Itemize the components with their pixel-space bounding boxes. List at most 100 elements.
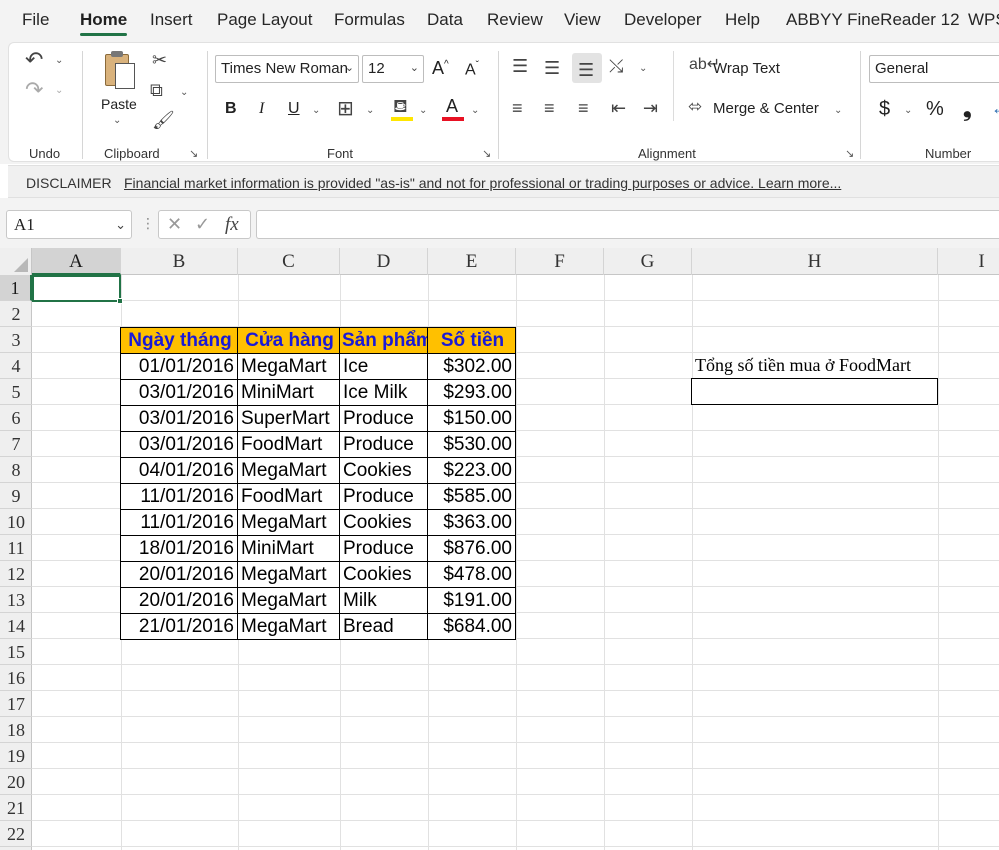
- table-cell[interactable]: Ice Milk: [339, 379, 428, 406]
- row-header-20[interactable]: 20: [0, 769, 32, 795]
- currency-dropdown-icon[interactable]: ⌄: [904, 105, 912, 116]
- fill-handle[interactable]: [117, 298, 123, 304]
- table-cell[interactable]: MegaMart: [237, 587, 340, 614]
- currency-button[interactable]: $: [879, 98, 890, 121]
- orientation-dropdown-icon[interactable]: ⌄: [639, 63, 647, 74]
- table-cell[interactable]: MegaMart: [237, 561, 340, 588]
- table-cell[interactable]: 18/01/2016: [120, 535, 238, 562]
- row-header-3[interactable]: 3: [0, 327, 32, 353]
- table-cell[interactable]: 03/01/2016: [120, 379, 238, 406]
- table-cell[interactable]: Cookies: [339, 457, 428, 484]
- font-color-icon[interactable]: A: [446, 96, 458, 117]
- table-cell[interactable]: Produce: [339, 535, 428, 562]
- paste-dropdown-icon[interactable]: ⌄: [113, 115, 121, 126]
- row-header-2[interactable]: 2: [0, 301, 32, 327]
- table-cell[interactable]: $293.00: [427, 379, 516, 406]
- table-cell[interactable]: 20/01/2016: [120, 587, 238, 614]
- format-painter-icon[interactable]: 🖌: [152, 111, 175, 129]
- column-header-b[interactable]: B: [121, 248, 238, 275]
- table-cell[interactable]: 21/01/2016: [120, 613, 238, 640]
- undo-icon[interactable]: ↶: [25, 49, 43, 71]
- table-cell[interactable]: $363.00: [427, 509, 516, 536]
- column-header-f[interactable]: F: [516, 248, 604, 275]
- increase-decimal-icon[interactable]: ←: [991, 98, 999, 119]
- merge-center-icon[interactable]: ⬄: [688, 98, 702, 115]
- align-top-icon[interactable]: ☰: [512, 57, 528, 75]
- row-header-10[interactable]: 10: [0, 509, 32, 535]
- row-header-8[interactable]: 8: [0, 457, 32, 483]
- name-box[interactable]: A1 ⌄: [6, 210, 132, 239]
- row-header-16[interactable]: 16: [0, 665, 32, 691]
- select-all-button[interactable]: [0, 248, 32, 275]
- row-header-9[interactable]: 9: [0, 483, 32, 509]
- column-header-e[interactable]: E: [428, 248, 516, 275]
- font-launcher-icon[interactable]: ↘: [482, 147, 491, 160]
- underline-dropdown-icon[interactable]: ⌄: [312, 105, 320, 116]
- align-center-icon[interactable]: ≡: [544, 99, 555, 117]
- table-cell[interactable]: $876.00: [427, 535, 516, 562]
- row-header-5[interactable]: 5: [0, 379, 32, 405]
- table-cell[interactable]: $684.00: [427, 613, 516, 640]
- more-options-icon[interactable]: ⋮: [141, 215, 155, 232]
- redo-icon[interactable]: ↷: [25, 79, 43, 101]
- tab-page-layout[interactable]: Page Layout: [217, 10, 312, 30]
- tab-review[interactable]: Review: [487, 10, 543, 30]
- table-cell[interactable]: Ice: [339, 353, 428, 380]
- table-cell[interactable]: $478.00: [427, 561, 516, 588]
- borders-dropdown-icon[interactable]: ⌄: [366, 105, 374, 116]
- summary-result-cell[interactable]: [691, 378, 938, 405]
- paste-icon[interactable]: [101, 51, 137, 91]
- font-color-dropdown-icon[interactable]: ⌄: [471, 105, 479, 116]
- undo-dropdown-icon[interactable]: ⌄: [55, 55, 63, 66]
- borders-icon[interactable]: ⊞: [337, 99, 354, 119]
- percent-button[interactable]: %: [926, 98, 944, 121]
- table-cell[interactable]: 11/01/2016: [120, 509, 238, 536]
- tab-file[interactable]: File: [22, 10, 49, 30]
- table-cell[interactable]: 20/01/2016: [120, 561, 238, 588]
- table-cell[interactable]: $150.00: [427, 405, 516, 432]
- column-header-i[interactable]: I: [938, 248, 999, 275]
- fill-color-icon[interactable]: ⛾: [393, 97, 408, 115]
- cancel-icon[interactable]: ✕: [167, 214, 182, 235]
- table-cell[interactable]: SuperMart: [237, 405, 340, 432]
- table-header-cell[interactable]: Sản phẩm: [339, 327, 428, 354]
- table-cell[interactable]: Bread: [339, 613, 428, 640]
- tab-view[interactable]: View: [564, 10, 601, 30]
- row-header-7[interactable]: 7: [0, 431, 32, 457]
- column-header-g[interactable]: G: [604, 248, 692, 275]
- insert-function-button[interactable]: fx: [225, 214, 239, 236]
- table-header-cell[interactable]: Số tiền: [427, 327, 516, 354]
- row-header-4[interactable]: 4: [0, 353, 32, 379]
- grow-font-button[interactable]: A^: [432, 58, 449, 79]
- merge-center-button[interactable]: Merge & Center: [713, 100, 819, 117]
- table-cell[interactable]: MegaMart: [237, 509, 340, 536]
- row-header-1[interactable]: 1: [0, 275, 32, 301]
- table-cell[interactable]: Cookies: [339, 561, 428, 588]
- font-size-select[interactable]: 12 ⌄: [362, 55, 424, 83]
- shrink-font-button[interactable]: Aˇ: [465, 60, 479, 79]
- table-cell[interactable]: 01/01/2016: [120, 353, 238, 380]
- table-cell[interactable]: FoodMart: [237, 483, 340, 510]
- decrease-indent-icon[interactable]: ⇤: [611, 99, 626, 117]
- table-cell[interactable]: $223.00: [427, 457, 516, 484]
- table-header-cell[interactable]: Cửa hàng: [237, 327, 340, 354]
- redo-dropdown-icon[interactable]: ⌄: [55, 85, 63, 96]
- align-bottom-icon[interactable]: ☰: [578, 61, 594, 79]
- disclaimer-link[interactable]: Financial market information is provided…: [124, 175, 841, 191]
- column-header-h[interactable]: H: [692, 248, 938, 275]
- underline-button[interactable]: U: [288, 100, 300, 118]
- orientation-icon[interactable]: ⤯: [609, 57, 623, 75]
- row-header-12[interactable]: 12: [0, 561, 32, 587]
- table-cell[interactable]: MegaMart: [237, 613, 340, 640]
- enter-icon[interactable]: ✓: [195, 214, 210, 235]
- table-cell[interactable]: MegaMart: [237, 353, 340, 380]
- table-cell[interactable]: MiniMart: [237, 535, 340, 562]
- merge-dropdown-icon[interactable]: ⌄: [834, 105, 842, 116]
- align-middle-icon[interactable]: ☰: [544, 59, 560, 77]
- clipboard-launcher-icon[interactable]: ↘: [189, 147, 198, 160]
- cut-icon[interactable]: ✂: [152, 51, 167, 69]
- tab-data[interactable]: Data: [427, 10, 463, 30]
- tab-insert[interactable]: Insert: [150, 10, 193, 30]
- row-header-19[interactable]: 19: [0, 743, 32, 769]
- number-format-select[interactable]: General: [869, 55, 999, 83]
